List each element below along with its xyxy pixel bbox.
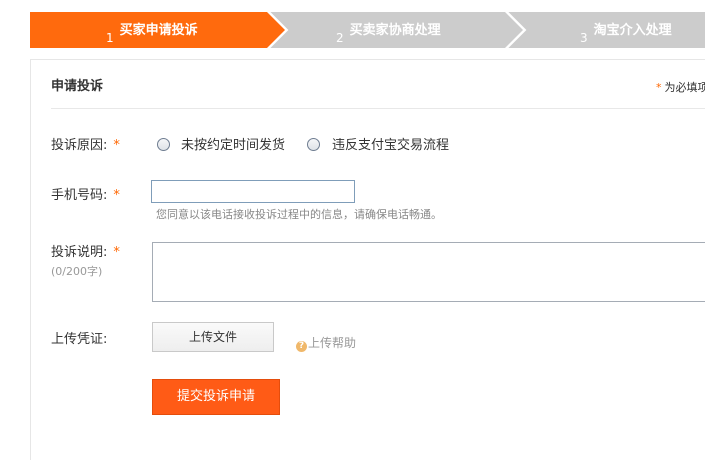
panel-title: 申请投诉: [51, 75, 103, 94]
phone-required-star: *: [113, 188, 120, 203]
upload-file-button[interactable]: 上传文件: [152, 322, 274, 352]
reason-label-text: 投诉原因:: [51, 138, 107, 153]
step-3-label: 淘宝介入处理: [594, 23, 672, 38]
step-progress-bar: 1 买家申请投诉 2 买卖家协商处理 3 淘宝介入处理: [30, 12, 705, 48]
description-label: 投诉说明: *: [51, 241, 120, 260]
upload-help-label: 上传帮助: [308, 336, 356, 350]
divider: [51, 108, 705, 109]
step-3: 3 淘宝介入处理: [580, 12, 672, 48]
reason-radio-alipay-violation[interactable]: [307, 138, 320, 151]
phone-input[interactable]: [151, 180, 355, 203]
required-note: *为必填项: [656, 79, 705, 95]
reason-option-late-shipping[interactable]: 未按约定时间发货: [181, 134, 285, 153]
step-2-number: 2: [336, 31, 344, 45]
evidence-label: 上传凭证:: [51, 328, 107, 347]
step-1-number: 1: [106, 31, 114, 45]
step-3-number: 3: [580, 31, 588, 45]
phone-label-text: 手机号码:: [51, 188, 107, 203]
submit-complaint-button[interactable]: 提交投诉申请: [152, 379, 280, 415]
help-icon: ?: [296, 341, 307, 352]
step-2-label: 买卖家协商处理: [350, 23, 441, 38]
upload-help-link[interactable]: ?上传帮助: [296, 334, 356, 352]
description-textarea[interactable]: [152, 242, 705, 302]
phone-hint: 您同意以该电话接收投诉过程中的信息，请确保电话畅通。: [156, 206, 442, 222]
description-char-counter: (0/200字): [51, 263, 102, 279]
reason-radio-late-shipping[interactable]: [157, 138, 170, 151]
step-2: 2 买卖家协商处理: [336, 12, 441, 48]
phone-label: 手机号码: *: [51, 184, 120, 203]
step-1: 1 买家申请投诉: [106, 12, 198, 48]
reason-label: 投诉原因: *: [51, 134, 120, 153]
complaint-form-panel: 申请投诉 *为必填项 投诉原因:* 未按约定时间发货 违反支付宝交易流程 手机号…: [30, 59, 705, 460]
reason-required-star: *: [113, 138, 120, 153]
reason-option-alipay-violation[interactable]: 违反支付宝交易流程: [332, 134, 449, 153]
required-note-text: 为必填项: [665, 81, 705, 94]
step-1-label: 买家申请投诉: [120, 23, 198, 38]
required-star: *: [656, 81, 662, 94]
description-required-star: *: [113, 245, 120, 260]
description-label-text: 投诉说明:: [51, 245, 107, 260]
